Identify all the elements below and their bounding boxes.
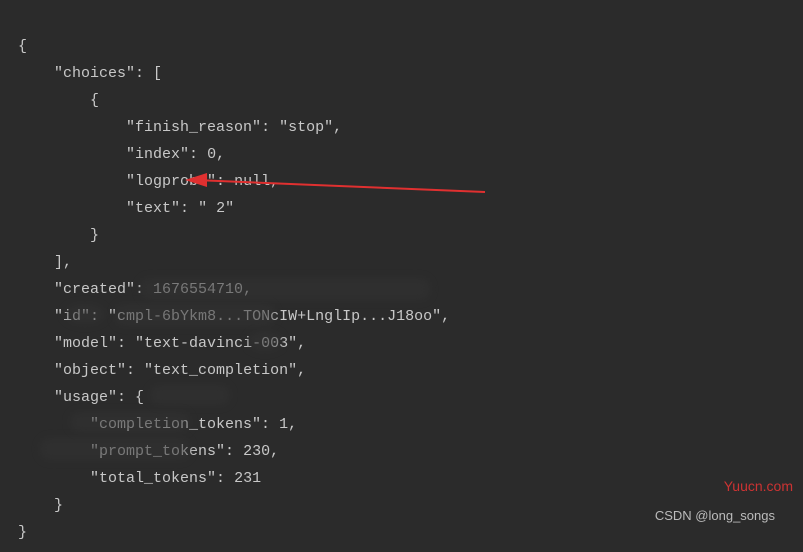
logprobs-key: "logprobs" (126, 173, 216, 190)
object-key: "object" (54, 362, 126, 379)
comma: , (270, 443, 279, 460)
comma: , (297, 335, 306, 352)
usage-key: "usage" (54, 389, 117, 406)
usage-open: : { (117, 389, 144, 406)
completion-tokens-key: "completion_tokens" (90, 416, 261, 433)
colon: : (216, 173, 234, 190)
text-val: " 2" (198, 200, 234, 217)
model-val: "text-davinci-003" (135, 335, 297, 352)
colon: : (126, 362, 144, 379)
logprobs-val: null (234, 173, 270, 190)
colon: : (90, 308, 108, 325)
object-val: "text_completion" (144, 362, 297, 379)
total-tokens-val: 231 (234, 470, 261, 487)
colon: : (180, 200, 198, 217)
usage-close: } (54, 497, 63, 514)
comma: , (441, 308, 450, 325)
created-key: "created" (54, 281, 135, 298)
brace-close: } (18, 524, 27, 541)
choices-open: : [ (135, 65, 162, 82)
text-key: "text" (126, 200, 180, 217)
comma: , (297, 362, 306, 379)
created-val: 1676554710 (153, 281, 243, 298)
comma: , (216, 146, 225, 163)
colon: : (225, 443, 243, 460)
colon: : (117, 335, 135, 352)
watermark-csdn: CSDN @long_songs (655, 504, 775, 527)
colon: : (261, 416, 279, 433)
json-code-block: { "choices": [ { "finish_reason": "stop"… (0, 0, 803, 552)
comma: , (288, 416, 297, 433)
comma: , (243, 281, 252, 298)
colon: : (261, 119, 279, 136)
finish-reason-val: "stop" (279, 119, 333, 136)
completion-tokens-val: 1 (279, 416, 288, 433)
prompt-tokens-key: "prompt_tokens" (90, 443, 225, 460)
watermark-yuucn: Yuucn.com (724, 474, 793, 499)
id-key: "id" (54, 308, 90, 325)
colon: : (189, 146, 207, 163)
colon: : (135, 281, 153, 298)
index-key: "index" (126, 146, 189, 163)
model-key: "model" (54, 335, 117, 352)
choices-key: "choices" (54, 65, 135, 82)
colon: : (216, 470, 234, 487)
comma: , (333, 119, 342, 136)
comma: , (270, 173, 279, 190)
finish-reason-key: "finish_reason" (126, 119, 261, 136)
brace-open: { (18, 38, 27, 55)
id-val: "cmpl-6bYkm8...TONcIW+LnglIp...J18oo" (108, 308, 441, 325)
item-close: } (90, 227, 99, 244)
total-tokens-key: "total_tokens" (90, 470, 216, 487)
prompt-tokens-val: 230 (243, 443, 270, 460)
index-val: 0 (207, 146, 216, 163)
item-open: { (90, 92, 99, 109)
choices-close: ], (54, 254, 72, 271)
